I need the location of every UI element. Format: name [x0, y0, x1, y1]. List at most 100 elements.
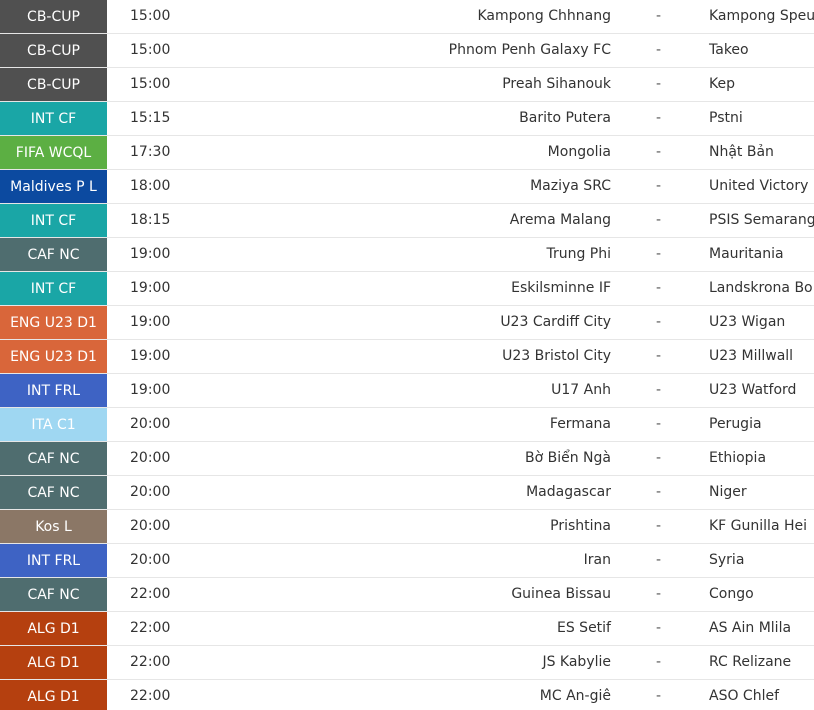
home-team[interactable]: ES Setif: [557, 612, 611, 645]
versus-separator: -: [656, 314, 662, 330]
away-team[interactable]: Kep: [709, 68, 735, 101]
match-row[interactable]: CB-CUP 15:00 Preah Sihanouk - Kep: [0, 68, 814, 102]
home-team[interactable]: Phnom Penh Galaxy FC: [449, 34, 611, 67]
home-team[interactable]: Bờ Biển Ngà: [525, 442, 611, 475]
match-row[interactable]: CB-CUP 15:00 Kampong Chhnang - Kampong S…: [0, 0, 814, 34]
kickoff-time: 15:00: [130, 42, 171, 58]
away-team[interactable]: Congo: [709, 578, 754, 611]
league-badge[interactable]: ALG D1: [0, 612, 107, 645]
home-team[interactable]: Mongolia: [548, 136, 611, 169]
away-team[interactable]: Kampong Speu: [709, 0, 814, 33]
match-row[interactable]: ALG D1 22:00 JS Kabylie - RC Relizane: [0, 646, 814, 680]
league-badge[interactable]: CAF NC: [0, 578, 107, 611]
league-badge[interactable]: CB-CUP: [0, 68, 107, 101]
home-team[interactable]: Trung Phi: [546, 238, 611, 271]
home-team[interactable]: Barito Putera: [519, 102, 611, 135]
league-badge[interactable]: ALG D1: [0, 680, 107, 710]
league-badge[interactable]: INT FRL: [0, 374, 107, 407]
league-badge[interactable]: INT CF: [0, 204, 107, 237]
home-team[interactable]: Guinea Bissau: [511, 578, 611, 611]
match-row[interactable]: INT CF 18:15 Arema Malang - PSIS Semaran…: [0, 204, 814, 238]
match-row[interactable]: Kos L 20:00 Prishtina - KF Gunilla Hei: [0, 510, 814, 544]
league-badge[interactable]: ENG U23 D1: [0, 306, 107, 339]
home-team[interactable]: U23 Bristol City: [502, 340, 611, 373]
home-team[interactable]: MC An-giê: [540, 680, 611, 710]
versus-separator: -: [656, 654, 662, 670]
match-row[interactable]: CAF NC 20:00 Bờ Biển Ngà - Ethiopia: [0, 442, 814, 476]
away-team[interactable]: PSIS Semarang: [709, 204, 814, 237]
home-team[interactable]: Preah Sihanouk: [502, 68, 611, 101]
versus-separator: -: [656, 178, 662, 194]
versus-separator: -: [656, 586, 662, 602]
away-team[interactable]: Ethiopia: [709, 442, 766, 475]
home-team[interactable]: U23 Cardiff City: [500, 306, 611, 339]
versus-separator: -: [656, 144, 662, 160]
versus-separator: -: [656, 552, 662, 568]
away-team[interactable]: RC Relizane: [709, 646, 791, 679]
versus-separator: -: [656, 246, 662, 262]
away-team[interactable]: Landskrona BoIS: [709, 272, 814, 305]
away-team[interactable]: Perugia: [709, 408, 762, 441]
kickoff-time: 15:00: [130, 8, 171, 24]
versus-separator: -: [656, 348, 662, 364]
league-badge[interactable]: INT FRL: [0, 544, 107, 577]
home-team[interactable]: Eskilsminne IF: [511, 272, 611, 305]
match-row[interactable]: CAF NC 22:00 Guinea Bissau - Congo: [0, 578, 814, 612]
match-row[interactable]: CAF NC 20:00 Madagascar - Niger: [0, 476, 814, 510]
league-badge[interactable]: CAF NC: [0, 442, 107, 475]
league-badge[interactable]: CAF NC: [0, 238, 107, 271]
league-badge[interactable]: ENG U23 D1: [0, 340, 107, 373]
match-row[interactable]: ENG U23 D1 19:00 U23 Cardiff City - U23 …: [0, 306, 814, 340]
match-schedule-list: CB-CUP 15:00 Kampong Chhnang - Kampong S…: [0, 0, 814, 710]
match-row[interactable]: INT CF 19:00 Eskilsminne IF - Landskrona…: [0, 272, 814, 306]
home-team[interactable]: Arema Malang: [510, 204, 611, 237]
home-team[interactable]: Kampong Chhnang: [477, 0, 611, 33]
away-team[interactable]: Takeo: [709, 34, 749, 67]
match-row[interactable]: ENG U23 D1 19:00 U23 Bristol City - U23 …: [0, 340, 814, 374]
away-team[interactable]: U23 Wigan: [709, 306, 785, 339]
away-team[interactable]: Syria: [709, 544, 744, 577]
away-team[interactable]: Pstni: [709, 102, 743, 135]
away-team[interactable]: KF Gunilla Hei: [709, 510, 807, 543]
home-team[interactable]: Prishtina: [550, 510, 611, 543]
match-row[interactable]: FIFA WCQL 17:30 Mongolia - Nhật Bản: [0, 136, 814, 170]
league-badge[interactable]: Kos L: [0, 510, 107, 543]
match-row[interactable]: INT CF 15:15 Barito Putera - Pstni: [0, 102, 814, 136]
away-team[interactable]: AS Ain Mlila: [709, 612, 791, 645]
away-team[interactable]: Mauritania: [709, 238, 784, 271]
home-team[interactable]: Iran: [584, 544, 611, 577]
kickoff-time: 22:00: [130, 620, 171, 636]
away-team[interactable]: Nhật Bản: [709, 136, 774, 169]
league-badge[interactable]: INT CF: [0, 102, 107, 135]
league-badge[interactable]: CB-CUP: [0, 0, 107, 33]
match-row[interactable]: ALG D1 22:00 MC An-giê - ASO Chlef: [0, 680, 814, 710]
kickoff-time: 19:00: [130, 280, 171, 296]
away-team[interactable]: ASO Chlef: [709, 680, 779, 710]
home-team[interactable]: Fermana: [550, 408, 611, 441]
home-team[interactable]: Maziya SRC: [530, 170, 611, 203]
match-row[interactable]: CAF NC 19:00 Trung Phi - Mauritania: [0, 238, 814, 272]
home-team[interactable]: Madagascar: [526, 476, 611, 509]
league-badge[interactable]: CB-CUP: [0, 34, 107, 67]
match-row[interactable]: ALG D1 22:00 ES Setif - AS Ain Mlila: [0, 612, 814, 646]
home-team[interactable]: JS Kabylie: [542, 646, 611, 679]
league-badge[interactable]: INT CF: [0, 272, 107, 305]
home-team[interactable]: U17 Anh: [551, 374, 611, 407]
away-team[interactable]: United Victory: [709, 170, 808, 203]
league-badge[interactable]: ALG D1: [0, 646, 107, 679]
league-badge[interactable]: ITA C1: [0, 408, 107, 441]
match-row[interactable]: Maldives P L 18:00 Maziya SRC - United V…: [0, 170, 814, 204]
league-badge[interactable]: FIFA WCQL: [0, 136, 107, 169]
match-row[interactable]: INT FRL 19:00 U17 Anh - U23 Watford: [0, 374, 814, 408]
match-row[interactable]: INT FRL 20:00 Iran - Syria: [0, 544, 814, 578]
match-row[interactable]: CB-CUP 15:00 Phnom Penh Galaxy FC - Take…: [0, 34, 814, 68]
kickoff-time: 18:00: [130, 178, 171, 194]
away-team[interactable]: U23 Millwall: [709, 340, 793, 373]
versus-separator: -: [656, 8, 662, 24]
league-badge[interactable]: Maldives P L: [0, 170, 107, 203]
away-team[interactable]: U23 Watford: [709, 374, 796, 407]
away-team[interactable]: Niger: [709, 476, 747, 509]
kickoff-time: 19:00: [130, 246, 171, 262]
league-badge[interactable]: CAF NC: [0, 476, 107, 509]
match-row[interactable]: ITA C1 20:00 Fermana - Perugia: [0, 408, 814, 442]
